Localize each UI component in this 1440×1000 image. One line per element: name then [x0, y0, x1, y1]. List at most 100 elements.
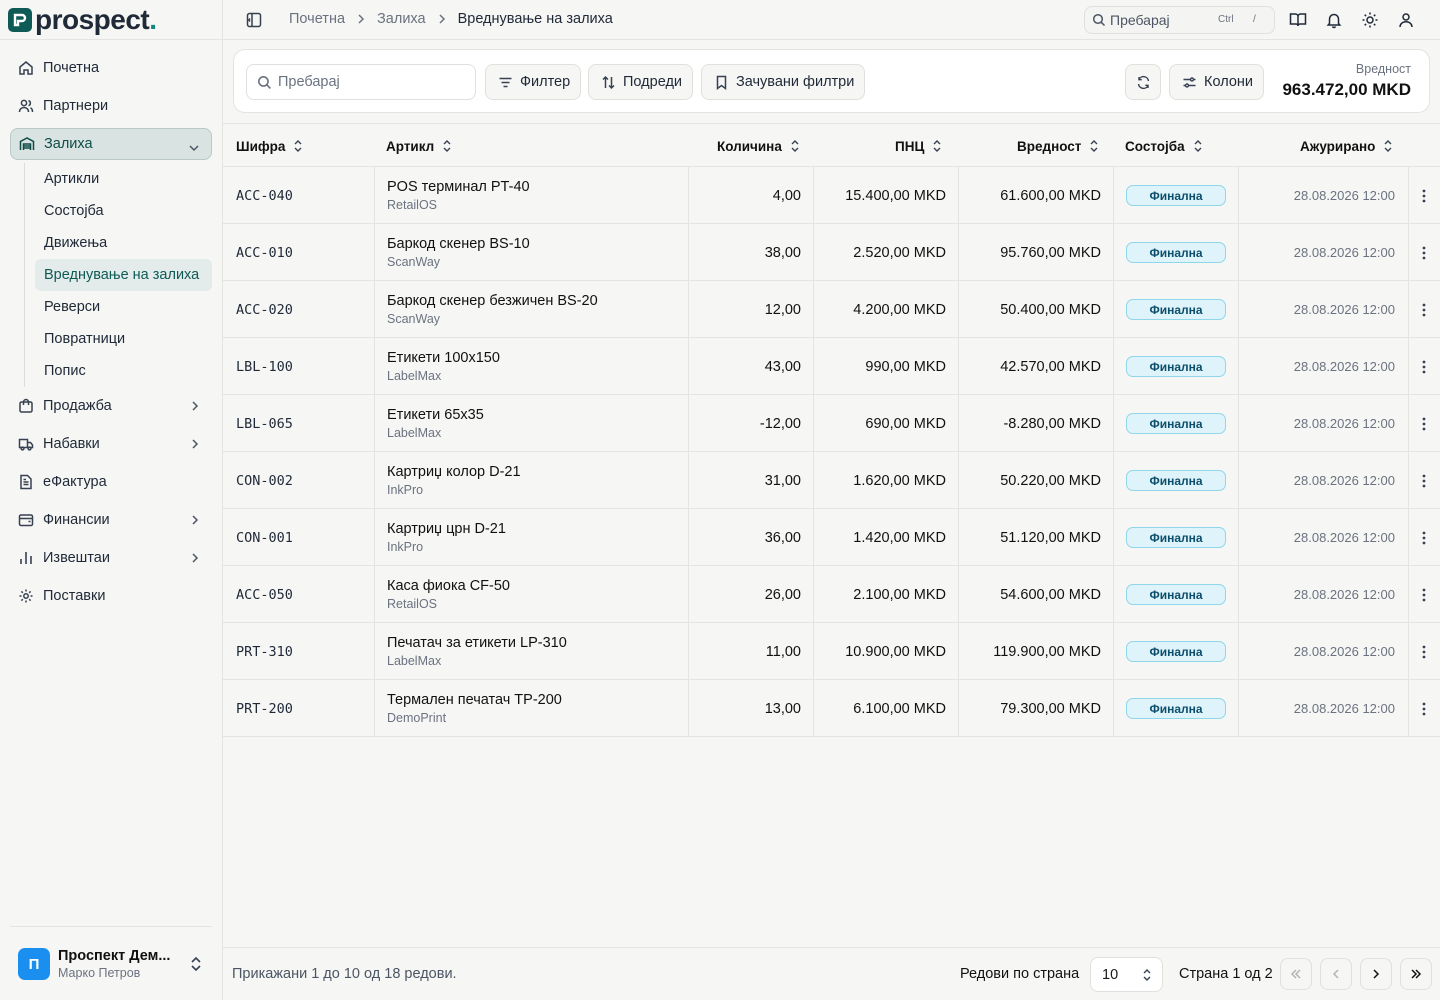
cell-article[interactable]: Картриџ колор D-21 InkPro	[387, 452, 521, 509]
global-search-input[interactable]: Пребарај Ctrl /	[1084, 6, 1275, 34]
sidebar-item-reports[interactable]: Извештаи	[10, 539, 212, 577]
row-actions-button[interactable]	[1422, 509, 1426, 566]
table-row[interactable]: CON-001 Картриџ црн D-21 InkPro 36,00 1.…	[223, 509, 1440, 566]
sort-button[interactable]: Подреди	[588, 64, 693, 100]
article-name: Етикети 65x35	[387, 407, 484, 423]
row-actions-button[interactable]	[1422, 452, 1426, 509]
row-actions-button[interactable]	[1422, 338, 1426, 395]
rows-per-page-label: Редови по страна	[960, 966, 1080, 982]
breadcrumb-inventory[interactable]: Залиха	[377, 11, 426, 27]
sidebar-subitem-stocktake[interactable]: Попис	[35, 355, 212, 387]
table-row[interactable]: PRT-310 Печатач за етикети LP-310 LabelM…	[223, 623, 1440, 680]
cell-updated: 28.08.2026 12:00	[1293, 530, 1395, 545]
chevron-right-icon	[439, 14, 445, 24]
row-actions-button[interactable]	[1422, 224, 1426, 281]
shopping-bag-icon	[19, 398, 33, 413]
column-header-price[interactable]: ПНЦ	[895, 124, 943, 168]
sidebar-item-finance[interactable]: Финансии	[10, 501, 212, 539]
prev-page-button[interactable]	[1320, 958, 1352, 990]
table-row[interactable]: ACC-010 Баркод скенер BS-10 ScanWay 38,0…	[223, 224, 1440, 281]
column-header-quantity[interactable]: Количина	[717, 124, 801, 168]
article-brand: InkPro	[387, 483, 424, 497]
sidebar-item-efaktura[interactable]: еФактура	[10, 463, 212, 501]
article-brand: LabelMax	[387, 369, 442, 383]
row-actions-button[interactable]	[1422, 281, 1426, 338]
logo[interactable]: prospect.	[8, 5, 157, 35]
row-actions-button[interactable]	[1422, 623, 1426, 680]
rows-per-page-select[interactable]: 10	[1090, 957, 1163, 992]
sidebar-item-label: Набавки	[43, 436, 100, 452]
sidebar-subitem-reverses[interactable]: Реверси	[35, 291, 212, 323]
cell-article[interactable]: Каса фиока CF-50 RetailOS	[387, 566, 510, 623]
cell-article[interactable]: Баркод скенер BS-10 ScanWay	[387, 224, 530, 281]
user-icon[interactable]	[1397, 11, 1415, 29]
sidebar-item-partners[interactable]: Партнери	[10, 87, 212, 125]
cell-updated: 28.08.2026 12:00	[1293, 188, 1395, 203]
refresh-button[interactable]	[1125, 64, 1161, 100]
article-brand: RetailOS	[387, 198, 438, 212]
cell-value: 119.900,00 MKD	[993, 643, 1101, 660]
column-header-code[interactable]: Шифра	[236, 124, 304, 168]
sidebar-item-settings[interactable]: Поставки	[10, 577, 212, 615]
table-search-input[interactable]: Пребарај	[246, 64, 476, 100]
book-icon[interactable]	[1289, 11, 1307, 29]
sidebar-item-home[interactable]: Почетна	[10, 49, 212, 87]
row-actions-button[interactable]	[1422, 395, 1426, 452]
cell-article[interactable]: Картриџ црн D-21 InkPro	[387, 509, 506, 566]
cell-value: 51.120,00 MKD	[1000, 529, 1101, 546]
cell-article[interactable]: Баркод скенер безжичен BS-20 ScanWay	[387, 281, 598, 338]
cell-article[interactable]: Етикети 100x150 LabelMax	[387, 338, 500, 395]
table-row[interactable]: LBL-100 Етикети 100x150 LabelMax 43,00 9…	[223, 338, 1440, 395]
saved-filters-button[interactable]: Зачувани филтри	[701, 64, 866, 100]
sidebar-item-sales[interactable]: Продажба	[10, 387, 212, 425]
more-vertical-icon	[1422, 417, 1426, 430]
first-page-button[interactable]	[1280, 958, 1312, 990]
table-row[interactable]: ACC-050 Каса фиока CF-50 RetailOS 26,00 …	[223, 566, 1440, 623]
sidebar-item-purchases[interactable]: Набавки	[10, 425, 212, 463]
row-actions-button[interactable]	[1422, 680, 1426, 737]
sidebar-subitem-articles[interactable]: Артикли	[35, 163, 212, 195]
cell-article[interactable]: POS терминал PT-40 RetailOS	[387, 167, 530, 224]
status-badge: Финална	[1126, 641, 1226, 662]
table-row[interactable]: PRT-200 Термален печатач TP-200 DemoPrin…	[223, 680, 1440, 737]
last-page-button[interactable]	[1400, 958, 1432, 990]
table-row[interactable]: LBL-065 Етикети 65x35 LabelMax -12,00 69…	[223, 395, 1440, 452]
user-menu[interactable]: П Проспект Дем... Марко Петров	[10, 940, 212, 988]
next-page-button[interactable]	[1360, 958, 1392, 990]
column-header-updated[interactable]: Ажурирано	[1300, 124, 1394, 168]
columns-button[interactable]: Колони	[1169, 64, 1264, 100]
cell-quantity: 43,00	[764, 358, 801, 375]
cell-article[interactable]: Етикети 65x35 LabelMax	[387, 395, 484, 452]
bell-icon[interactable]	[1325, 11, 1343, 29]
row-actions-button[interactable]	[1422, 566, 1426, 623]
column-header-article[interactable]: Артикл	[386, 124, 453, 168]
sidebar-item-label: Продажба	[43, 398, 112, 414]
sidebar-item-label: Залиха	[44, 136, 93, 152]
bar-chart-icon	[20, 552, 32, 564]
topbar: Почетна Залиха Вреднување на залиха Преб…	[223, 0, 1440, 40]
avatar: П	[18, 948, 50, 980]
table-row[interactable]: CON-002 Картриџ колор D-21 InkPro 31,00 …	[223, 452, 1440, 509]
breadcrumb-home[interactable]: Почетна	[289, 11, 345, 27]
status-badge: Финална	[1126, 413, 1226, 434]
sidebar-subitem-returns[interactable]: Повратници	[35, 323, 212, 355]
article-brand: RetailOS	[387, 597, 438, 611]
column-header-status[interactable]: Состојба	[1125, 124, 1204, 168]
sun-icon[interactable]	[1361, 11, 1379, 29]
filter-button[interactable]: Филтер	[485, 64, 582, 100]
sidebar-subitem-stock[interactable]: Состојба	[35, 195, 212, 227]
sidebar-item-inventory[interactable]: Залиха	[10, 128, 212, 160]
sidebar-subitem-valuation[interactable]: Вреднување на залиха	[35, 259, 212, 291]
sidebar-subitem-movements[interactable]: Движења	[35, 227, 212, 259]
table-row[interactable]: ACC-040 POS терминал PT-40 RetailOS 4,00…	[223, 167, 1440, 224]
warehouse-icon	[19, 137, 35, 150]
cell-article[interactable]: Термален печатач TP-200 DemoPrint	[387, 680, 562, 737]
sort-arrows-icon	[1194, 140, 1202, 152]
table-row[interactable]: ACC-020 Баркод скенер безжичен BS-20 Sca…	[223, 281, 1440, 338]
sidebar-toggle-icon[interactable]	[246, 12, 262, 28]
more-vertical-icon	[1422, 360, 1426, 373]
sidebar-item-label: Финансии	[43, 512, 110, 528]
column-header-value[interactable]: Вредност	[1017, 124, 1100, 168]
row-actions-button[interactable]	[1422, 167, 1426, 224]
cell-article[interactable]: Печатач за етикети LP-310 LabelMax	[387, 623, 567, 680]
